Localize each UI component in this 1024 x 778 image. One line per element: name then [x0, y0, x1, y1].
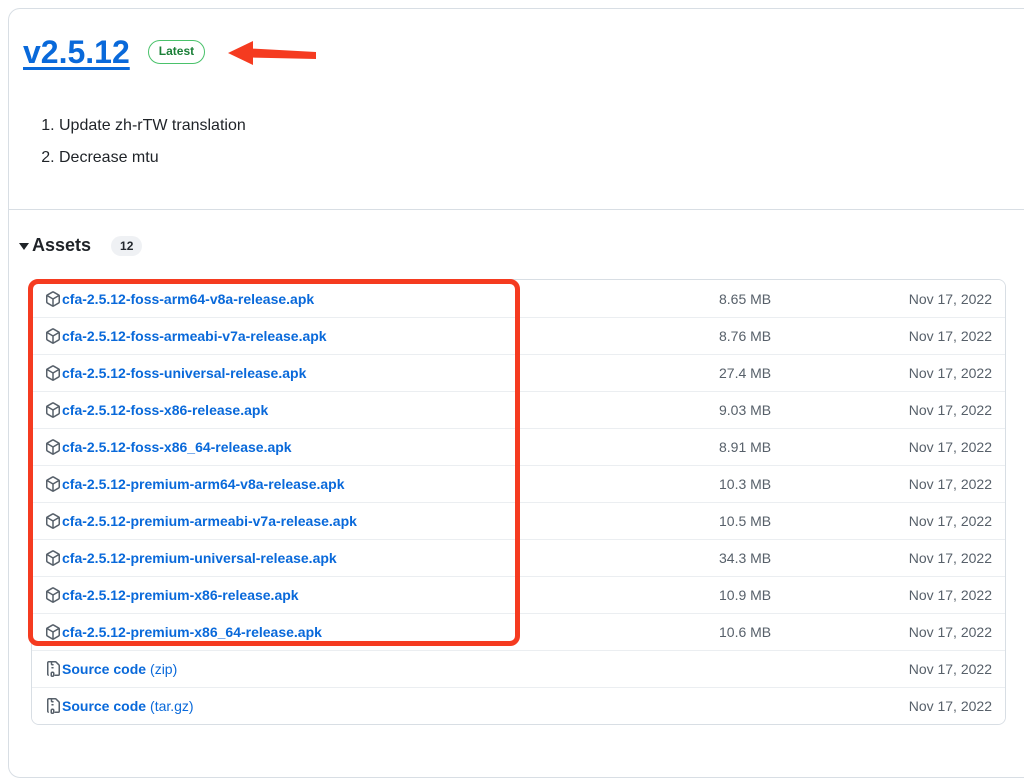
asset-size: 27.4 MB [719, 365, 771, 381]
release-notes-list: Update zh-rTW translation Decrease mtu [23, 110, 1024, 174]
asset-row: cfa-2.5.12-foss-arm64-v8a-release.apk 8.… [32, 280, 1005, 317]
asset-download-link[interactable]: cfa-2.5.12-foss-universal-release.apk [45, 365, 306, 381]
asset-date: Nov 17, 2022 [909, 513, 992, 529]
asset-date: Nov 17, 2022 [909, 661, 992, 677]
asset-name: cfa-2.5.12-foss-arm64-v8a-release.apk [62, 291, 314, 307]
asset-download-link[interactable]: cfa-2.5.12-premium-x86_64-release.apk [45, 624, 322, 640]
package-icon [45, 550, 61, 566]
asset-date: Nov 17, 2022 [909, 624, 992, 640]
asset-download-link[interactable]: cfa-2.5.12-foss-arm64-v8a-release.apk [45, 291, 314, 307]
release-title-link[interactable]: v2.5.12 [23, 32, 130, 72]
asset-name-suffix: (zip) [150, 661, 177, 677]
asset-download-link[interactable]: cfa-2.5.12-foss-x86-release.apk [45, 402, 268, 418]
package-icon [45, 587, 61, 603]
release-note-item: Update zh-rTW translation [59, 110, 1024, 142]
asset-row: cfa-2.5.12-foss-x86-release.apk 9.03 MB … [32, 391, 1005, 428]
asset-name: cfa-2.5.12-premium-armeabi-v7a-release.a… [62, 513, 357, 529]
asset-name: cfa-2.5.12-premium-universal-release.apk [62, 550, 337, 566]
asset-date: Nov 17, 2022 [909, 402, 992, 418]
package-icon [45, 439, 61, 455]
release-card: v2.5.12 Latest Update zh-rTW translation… [8, 8, 1024, 778]
asset-date: Nov 17, 2022 [909, 439, 992, 455]
asset-download-link[interactable]: Source code (tar.gz) [45, 698, 194, 714]
asset-row: cfa-2.5.12-premium-universal-release.apk… [32, 539, 1005, 576]
package-icon [45, 624, 61, 640]
asset-date: Nov 17, 2022 [909, 476, 992, 492]
assets-toggle[interactable]: Assets 12 [19, 235, 1024, 256]
asset-size: 9.03 MB [719, 402, 771, 418]
asset-row: cfa-2.5.12-premium-x86_64-release.apk 10… [32, 613, 1005, 650]
asset-name: cfa-2.5.12-foss-x86-release.apk [62, 402, 268, 418]
package-icon [45, 291, 61, 307]
asset-row: Source code (tar.gz) Nov 17, 2022 [32, 687, 1005, 724]
package-icon [45, 365, 61, 381]
package-icon [45, 402, 61, 418]
file-zip-icon [45, 698, 61, 714]
asset-row: cfa-2.5.12-foss-x86_64-release.apk 8.91 … [32, 428, 1005, 465]
asset-name: cfa-2.5.12-foss-universal-release.apk [62, 365, 306, 381]
asset-name: cfa-2.5.12-foss-armeabi-v7a-release.apk [62, 328, 327, 344]
asset-download-link[interactable]: cfa-2.5.12-premium-universal-release.apk [45, 550, 337, 566]
asset-size: 34.3 MB [719, 550, 771, 566]
asset-download-link[interactable]: Source code (zip) [45, 661, 177, 677]
asset-size: 10.3 MB [719, 476, 771, 492]
section-divider [9, 209, 1024, 210]
asset-name-suffix: (tar.gz) [150, 698, 194, 714]
latest-badge: Latest [148, 40, 205, 64]
release-note-item: Decrease mtu [59, 142, 1024, 174]
asset-row: Source code (zip) Nov 17, 2022 [32, 650, 1005, 687]
file-zip-icon [45, 661, 61, 677]
asset-row: cfa-2.5.12-premium-arm64-v8a-release.apk… [32, 465, 1005, 502]
asset-date: Nov 17, 2022 [909, 587, 992, 603]
release-title-row: v2.5.12 Latest [23, 31, 1024, 73]
asset-date: Nov 17, 2022 [909, 328, 992, 344]
package-icon [45, 476, 61, 492]
asset-size: 10.9 MB [719, 587, 771, 603]
asset-name: cfa-2.5.12-premium-arm64-v8a-release.apk [62, 476, 345, 492]
asset-name: cfa-2.5.12-foss-x86_64-release.apk [62, 439, 292, 455]
asset-row: cfa-2.5.12-foss-universal-release.apk 27… [32, 354, 1005, 391]
assets-count-badge: 12 [111, 236, 142, 256]
asset-row: cfa-2.5.12-foss-armeabi-v7a-release.apk … [32, 317, 1005, 354]
asset-download-link[interactable]: cfa-2.5.12-premium-arm64-v8a-release.apk [45, 476, 345, 492]
asset-size: 8.76 MB [719, 328, 771, 344]
asset-date: Nov 17, 2022 [909, 698, 992, 714]
asset-name: Source code [62, 661, 146, 677]
asset-size: 10.5 MB [719, 513, 771, 529]
asset-date: Nov 17, 2022 [909, 365, 992, 381]
asset-size: 8.65 MB [719, 291, 771, 307]
asset-name: cfa-2.5.12-premium-x86_64-release.apk [62, 624, 322, 640]
asset-download-link[interactable]: cfa-2.5.12-premium-x86-release.apk [45, 587, 299, 603]
package-icon [45, 513, 61, 529]
asset-download-link[interactable]: cfa-2.5.12-premium-armeabi-v7a-release.a… [45, 513, 357, 529]
asset-name: cfa-2.5.12-premium-x86-release.apk [62, 587, 299, 603]
package-icon [45, 328, 61, 344]
asset-download-link[interactable]: cfa-2.5.12-foss-armeabi-v7a-release.apk [45, 328, 327, 344]
asset-size: 10.6 MB [719, 624, 771, 640]
asset-date: Nov 17, 2022 [909, 550, 992, 566]
asset-size: 8.91 MB [719, 439, 771, 455]
asset-download-link[interactable]: cfa-2.5.12-foss-x86_64-release.apk [45, 439, 292, 455]
assets-list: cfa-2.5.12-foss-arm64-v8a-release.apk 8.… [31, 279, 1006, 725]
asset-row: cfa-2.5.12-premium-x86-release.apk 10.9 … [32, 576, 1005, 613]
assets-heading: Assets [32, 235, 91, 256]
asset-name: Source code [62, 698, 146, 714]
asset-row: cfa-2.5.12-premium-armeabi-v7a-release.a… [32, 502, 1005, 539]
chevron-down-icon [19, 243, 29, 250]
asset-date: Nov 17, 2022 [909, 291, 992, 307]
